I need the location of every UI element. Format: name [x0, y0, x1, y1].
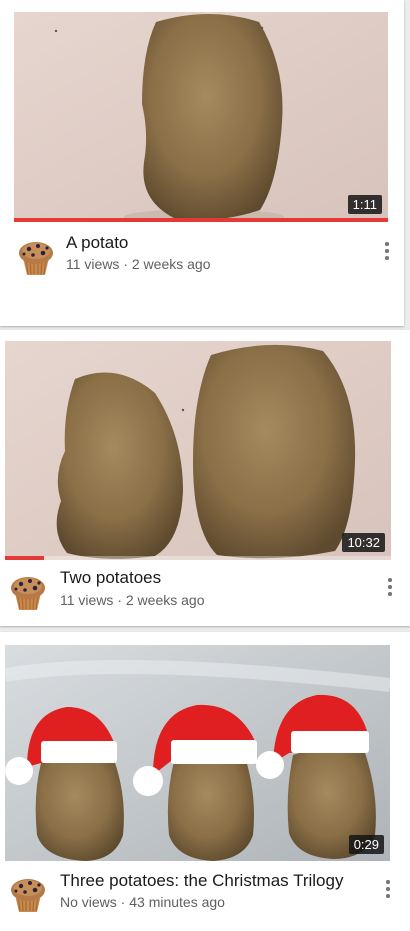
video-thumbnail[interactable]: 1:11 [14, 12, 388, 222]
video-meta: 11 views · 2 weeks ago [66, 256, 211, 272]
channel-avatar[interactable] [14, 233, 58, 277]
muffin-avatar-icon [14, 233, 58, 277]
potato-thumbnail-icon [14, 12, 388, 222]
duration-badge: 0:29 [348, 835, 384, 854]
more-options-icon[interactable] [381, 240, 393, 262]
two-potatoes-thumbnail-icon [5, 341, 391, 560]
video-thumbnail[interactable]: 10:32 [5, 341, 391, 560]
video-meta: No views · 43 minutes ago [60, 894, 225, 910]
video-card-1[interactable]: 1:11 A potato 11 views · 2 weeks ago [0, 0, 404, 326]
watch-progress-bar [14, 218, 388, 222]
video-title[interactable]: Three potatoes: the Christmas Trilogy [60, 871, 343, 891]
video-card-2[interactable]: 10:32 Two potatoes 11 views · 2 weeks ag… [0, 330, 410, 626]
more-options-icon[interactable] [382, 878, 394, 900]
channel-avatar[interactable] [6, 568, 50, 612]
duration-badge: 10:32 [342, 533, 385, 552]
muffin-avatar-icon [6, 870, 50, 914]
watch-progress-fill [5, 556, 44, 560]
video-thumbnail[interactable]: 0:29 [5, 645, 390, 861]
duration-badge: 1:11 [347, 195, 382, 214]
video-title[interactable]: A potato [66, 233, 128, 253]
muffin-avatar-icon [6, 568, 50, 612]
watch-progress-fill [14, 218, 388, 222]
video-title[interactable]: Two potatoes [60, 568, 161, 588]
video-meta: 11 views · 2 weeks ago [60, 592, 205, 608]
channel-avatar[interactable] [6, 870, 50, 914]
three-potatoes-santa-hats-thumbnail-icon [5, 645, 390, 861]
more-options-icon[interactable] [384, 576, 396, 598]
watch-progress-bar [5, 556, 391, 560]
video-card-3[interactable]: 0:29 Three potatoes: the Christmas Trilo… [0, 632, 410, 931]
